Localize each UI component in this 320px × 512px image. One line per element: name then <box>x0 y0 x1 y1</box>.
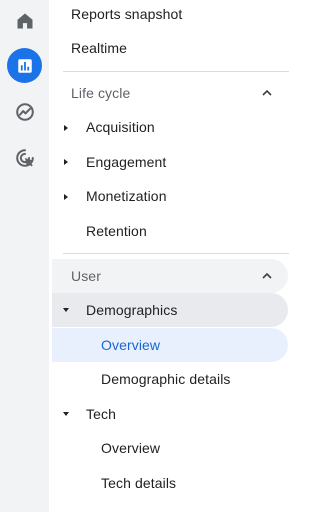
caret-right-icon[interactable] <box>61 157 71 167</box>
advertising-button[interactable] <box>7 140 42 175</box>
nav-item-label: Engagement <box>86 154 167 170</box>
nav-item-label: Overview <box>101 337 161 353</box>
nav-item-label: Demographics <box>86 302 178 318</box>
reports-nav: Reports snapshot Realtime Life cycle Acq… <box>49 0 295 512</box>
nav-item-demographics-overview[interactable]: Overview <box>101 328 160 362</box>
home-icon <box>17 13 32 28</box>
nav-item-retention[interactable]: Retention <box>86 214 147 248</box>
nav-item-label: Retention <box>86 223 147 239</box>
caret-down-icon[interactable] <box>61 305 71 315</box>
divider <box>63 71 289 72</box>
nav-item-tech[interactable]: Tech <box>86 397 116 431</box>
section-header-label: Life cycle <box>71 85 131 101</box>
nav-item-reports-snapshot[interactable]: Reports snapshot <box>71 0 182 31</box>
section-header-user[interactable]: User <box>71 259 101 293</box>
advertising-cursor-icon <box>15 148 34 167</box>
chevron-up-icon[interactable] <box>261 87 273 99</box>
reports-button[interactable] <box>7 48 42 83</box>
nav-item-monetization[interactable]: Monetization <box>86 179 167 213</box>
icon-rail <box>0 0 49 512</box>
nav-item-acquisition[interactable]: Acquisition <box>86 110 155 144</box>
caret-right-icon[interactable] <box>61 123 71 133</box>
nav-item-tech-details[interactable]: Tech details <box>101 466 176 500</box>
nav-item-demographic-details[interactable]: Demographic details <box>101 362 231 396</box>
nav-item-label: Tech details <box>101 475 177 491</box>
reports-bar-chart-icon <box>17 58 32 73</box>
nav-item-label: Acquisition <box>86 119 155 135</box>
explore-trend-icon <box>15 102 34 121</box>
nav-item-label: Realtime <box>71 40 128 56</box>
nav-item-tech-overview[interactable]: Overview <box>101 431 160 465</box>
divider <box>63 253 289 254</box>
nav-item-label: Monetization <box>86 188 167 204</box>
selected-item-background <box>52 328 288 362</box>
explore-button[interactable] <box>7 94 42 129</box>
section-header-life-cycle[interactable]: Life cycle <box>71 76 130 110</box>
section-header-label: User <box>71 268 101 284</box>
nav-item-label: Reports snapshot <box>71 6 183 22</box>
nav-item-label: Overview <box>101 440 161 456</box>
nav-item-demographics[interactable]: Demographics <box>86 293 177 327</box>
caret-right-icon[interactable] <box>61 192 71 202</box>
caret-down-icon[interactable] <box>61 409 71 419</box>
chevron-up-icon[interactable] <box>261 270 273 282</box>
nav-item-label: Tech <box>86 406 116 422</box>
nav-item-engagement[interactable]: Engagement <box>86 145 166 179</box>
nav-item-realtime[interactable]: Realtime <box>71 31 127 65</box>
nav-item-label: Demographic details <box>101 371 231 387</box>
home-button[interactable] <box>7 3 42 38</box>
